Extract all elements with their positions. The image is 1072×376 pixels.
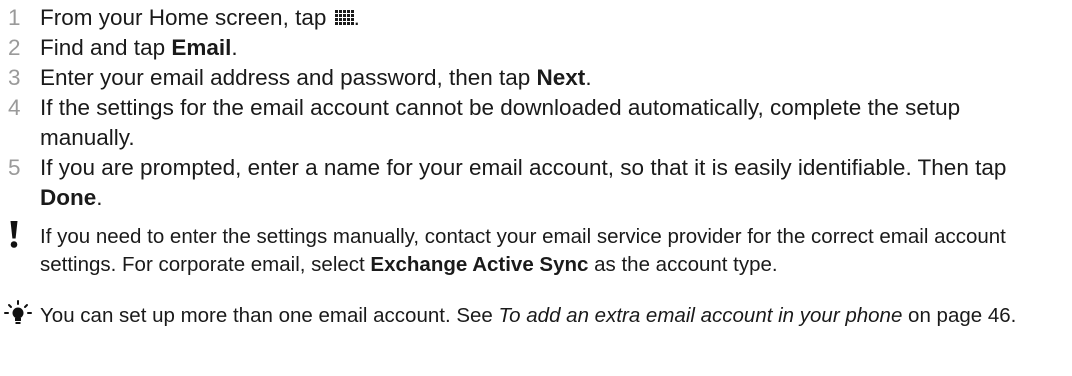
step-number: 2 (8, 35, 21, 60)
step-text: Find and tap Email. (40, 33, 1058, 63)
exclamation-icon (10, 221, 18, 248)
step-item: 3 Enter your email address and password,… (8, 63, 1058, 93)
step-text: If you are prompted, enter a name for yo… (40, 153, 1058, 213)
step-text-bold: Email (171, 35, 232, 60)
step-text-bold: Next (536, 65, 586, 90)
setup-steps-list: 1 From your Home screen, tap . 2 Find an… (8, 3, 1058, 213)
step-text-pre: If you are prompted, enter a name for yo… (40, 155, 1007, 180)
step-number: 3 (8, 65, 21, 90)
tip-note-italic-link[interactable]: To add an extra email account in your ph… (499, 304, 903, 327)
step-text-pre: Find and tap (40, 35, 172, 60)
step-item: 2 Find and tap Email. (8, 33, 1058, 63)
step-text-bold: Done (40, 185, 97, 210)
step-text-post: . (585, 65, 592, 90)
step-text-post: . (353, 5, 360, 30)
tip-note-text: You can set up more than one email accou… (40, 302, 1072, 330)
step-text: Enter your email address and password, t… (40, 63, 1058, 93)
step-text-post: . (231, 35, 238, 60)
step-text-pre: Enter your email address and password, t… (40, 65, 537, 90)
lightbulb-icon (4, 300, 32, 324)
tip-note-post: on page 46. (902, 304, 1017, 327)
tip-icon-column (0, 300, 40, 330)
step-item: 5 If you are prompted, enter a name for … (8, 153, 1058, 213)
step-text: From your Home screen, tap . (40, 3, 1058, 33)
step-text-post: . (96, 185, 103, 210)
tip-note-pre: You can set up more than one email accou… (40, 304, 499, 327)
tip-note: You can set up more than one email accou… (0, 300, 1072, 330)
warning-note: If you need to enter the settings manual… (0, 221, 1072, 279)
step-number: 1 (8, 5, 21, 30)
step-text: If the settings for the email account ca… (40, 95, 961, 150)
warning-icon-column (0, 221, 40, 279)
warning-note-text: If you need to enter the settings manual… (40, 223, 1072, 279)
warning-note-bold: Exchange Active Sync (370, 253, 589, 276)
step-item: 1 From your Home screen, tap . (8, 3, 1058, 33)
step-text-pre: From your Home screen, tap (40, 5, 333, 30)
step-number: 5 (8, 155, 21, 180)
step-number: 4 (8, 95, 21, 120)
warning-note-post: as the account type. (588, 253, 778, 276)
app-grid-icon (334, 10, 354, 25)
step-item: 4 If the settings for the email account … (8, 93, 1058, 153)
